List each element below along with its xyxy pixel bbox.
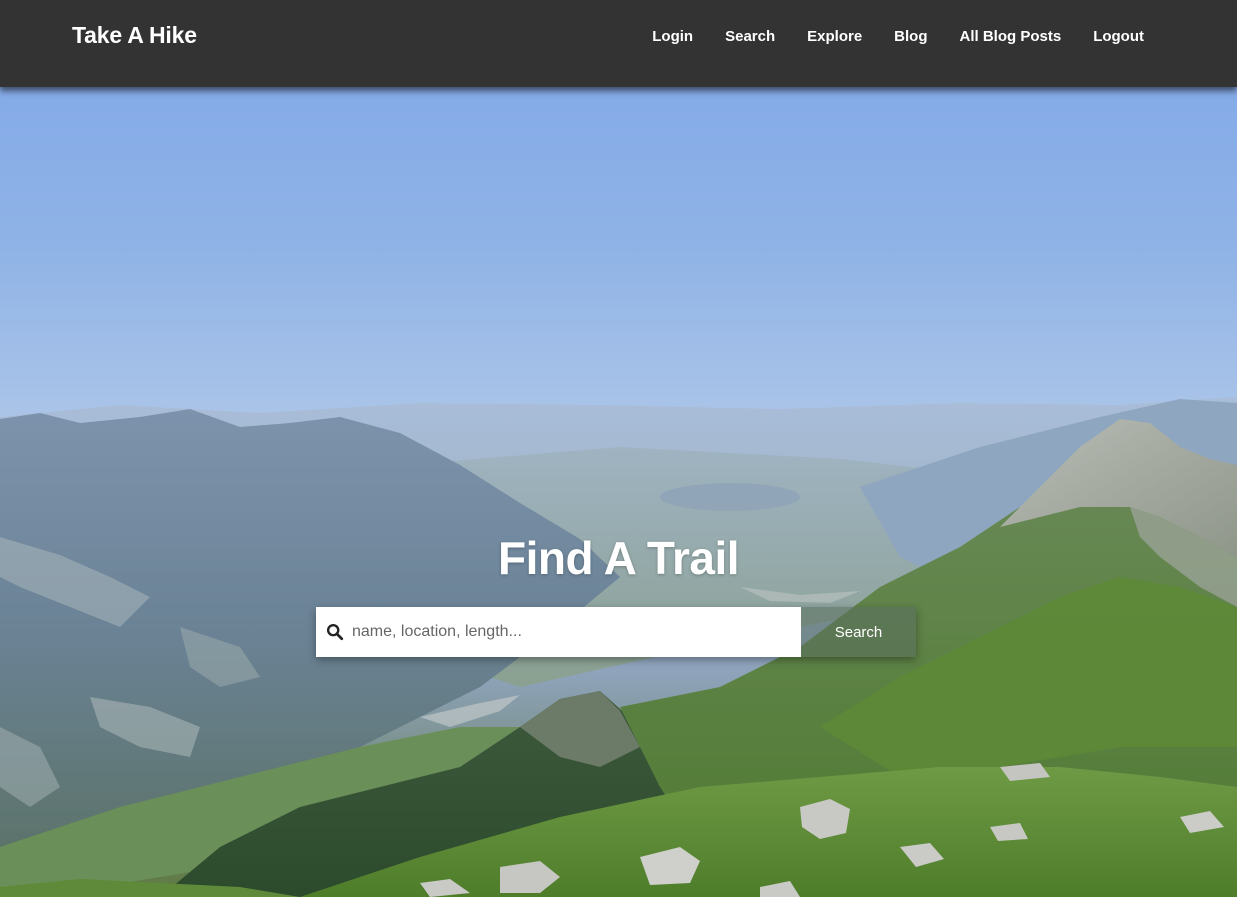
search-field-container xyxy=(316,607,801,657)
mountain-landscape-image xyxy=(0,397,1237,897)
hero-section: Find A Trail Search xyxy=(0,87,1237,897)
page: Take A Hike Login Search Explore Blog Al… xyxy=(0,0,1237,897)
search-submit-button[interactable]: Search xyxy=(801,607,916,657)
nav-link-explore[interactable]: Explore xyxy=(807,28,862,45)
brand-logo-link[interactable]: Take A Hike xyxy=(72,22,197,49)
nav-link-blog[interactable]: Blog xyxy=(894,28,927,45)
search-icon xyxy=(326,623,344,641)
nav-links: Login Search Explore Blog All Blog Posts… xyxy=(652,28,1144,45)
hero-title: Find A Trail xyxy=(497,532,740,584)
trail-search-input[interactable] xyxy=(352,607,792,657)
navbar: Take A Hike Login Search Explore Blog Al… xyxy=(0,0,1237,87)
nav-link-search[interactable]: Search xyxy=(725,28,775,45)
nav-link-all-blog-posts[interactable]: All Blog Posts xyxy=(960,28,1062,45)
nav-link-login[interactable]: Login xyxy=(652,28,693,45)
trail-search-form: Search xyxy=(316,607,916,657)
nav-link-logout[interactable]: Logout xyxy=(1093,28,1144,45)
